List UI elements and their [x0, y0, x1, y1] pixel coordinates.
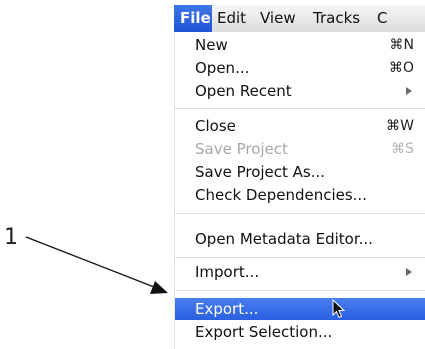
- callout-arrow-icon: [25, 236, 168, 294]
